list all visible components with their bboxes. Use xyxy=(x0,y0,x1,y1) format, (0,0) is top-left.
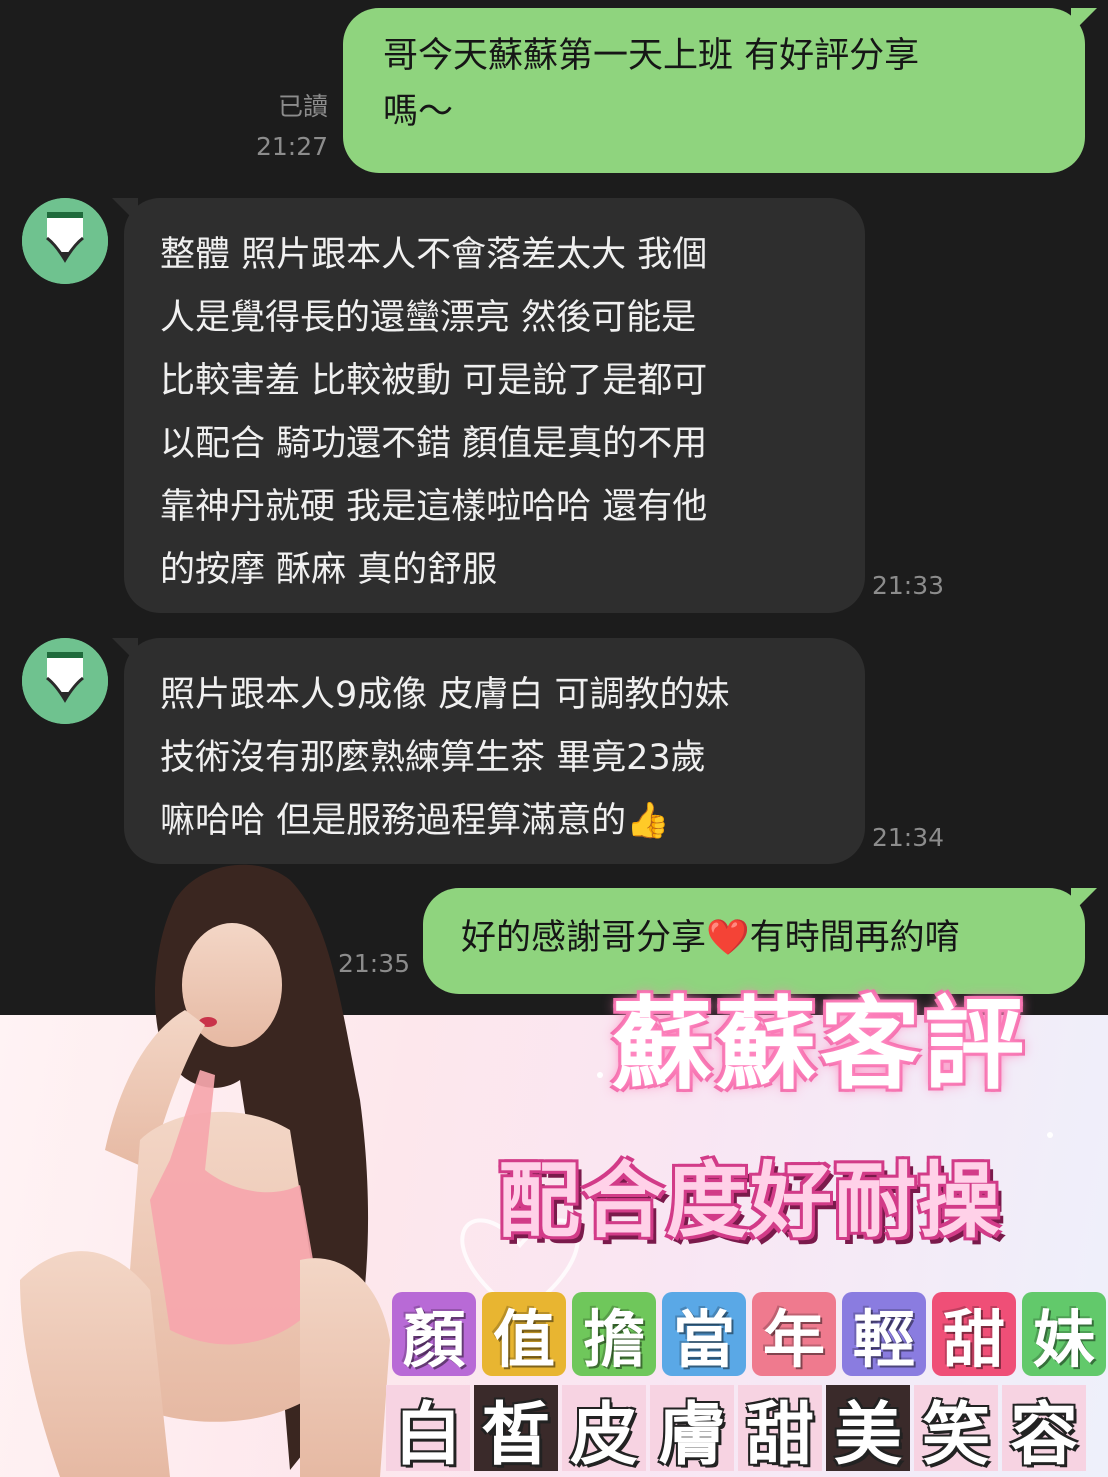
message-1-line-2: 嗎～ xyxy=(383,92,454,132)
message-2-line-4: 以配合 騎功還不錯 顏值是真的不用 xyxy=(160,424,708,464)
contact-avatar-2[interactable] xyxy=(22,638,108,724)
promo-line-2-char: 白 xyxy=(386,1385,470,1475)
promo-title: 蘇蘇客評 xyxy=(612,986,1028,1103)
promo-subtitle: 配合度好耐操 xyxy=(497,1154,1002,1249)
message-2-line-2: 人是覺得長的還蠻漂亮 然後可能是 xyxy=(160,298,697,338)
promo-line-1-char: 甜 xyxy=(932,1292,1016,1376)
message-4-bubble[interactable]: 好的感謝哥分享❤️有時間再約唷 xyxy=(423,888,1097,994)
message-3-line-1: 照片跟本人9成像 皮膚白 可調教的妹 xyxy=(160,675,730,715)
promo-line-2-char: 膚 xyxy=(650,1385,734,1475)
read-receipt: 已讀 xyxy=(277,92,328,121)
promo-line-2-char: 甜 xyxy=(738,1385,822,1475)
pencil-avatar-icon xyxy=(22,638,108,724)
promo-line-2-char: 美 xyxy=(826,1385,910,1475)
promo-line-2-char: 容 xyxy=(1002,1385,1086,1475)
promo-line-1-char: 輕 xyxy=(842,1292,926,1376)
message-2-line-5: 靠神丹就硬 我是這樣啦哈哈 還有他 xyxy=(160,487,708,527)
message-1-time: 21:27 xyxy=(255,132,328,161)
contact-avatar[interactable] xyxy=(22,198,108,284)
promo-line-1-char: 值 xyxy=(482,1292,566,1376)
message-3-time: 21:34 xyxy=(872,823,945,852)
promo-line-1-char: 擔 xyxy=(572,1292,656,1376)
pencil-avatar-icon xyxy=(22,198,108,284)
chat-window: 已讀 21:27 哥今天蘇蘇第一天上班 有好評分享 嗎～ 整體 照片跟本人不會落… xyxy=(0,0,1108,1020)
promo-line-1: 顏 值 擔 當 年 輕 甜 妹 xyxy=(392,1292,1106,1376)
message-2-line-6: 的按摩 酥麻 真的舒服 xyxy=(160,550,498,590)
promo-line-1-char: 顏 xyxy=(392,1292,476,1376)
promo-line-1-char: 年 xyxy=(752,1292,836,1376)
message-1-line-1: 哥今天蘇蘇第一天上班 有好評分享 xyxy=(383,36,920,76)
promo-line-2: 白 皙 皮 膚 甜 美 笑 容 xyxy=(386,1385,1086,1475)
message-1-bubble[interactable]: 哥今天蘇蘇第一天上班 有好評分享 嗎～ xyxy=(343,8,1097,173)
message-2-line-1: 整體 照片跟本人不會落差太大 我個 xyxy=(160,235,708,275)
message-4-line-1: 好的感謝哥分享❤️有時間再約唷 xyxy=(461,918,960,958)
message-2-line-3: 比較害羞 比較被動 可是說了是都可 xyxy=(160,361,708,401)
message-3-bubble[interactable]: 照片跟本人9成像 皮膚白 可調教的妹 技術沒有那麼熟練算生茶 畢竟23歲 嘛哈哈… xyxy=(112,638,865,864)
promo-line-1-char: 當 xyxy=(662,1292,746,1376)
promo-line-2-char: 笑 xyxy=(914,1385,998,1475)
message-2-time: 21:33 xyxy=(872,571,945,600)
promo-line-2-char: 皙 xyxy=(474,1385,558,1475)
message-3-line-3: 嘛哈哈 但是服務過程算滿意的👍 xyxy=(160,801,670,841)
message-4-time: 21:35 xyxy=(337,949,410,978)
promo-line-1-char: 妹 xyxy=(1022,1292,1106,1376)
promo-line-2-char: 皮 xyxy=(562,1385,646,1475)
message-3-line-2: 技術沒有那麼熟練算生茶 畢竟23歲 xyxy=(160,738,706,778)
message-1-meta: 已讀 21:27 xyxy=(230,91,328,163)
message-2-bubble[interactable]: 整體 照片跟本人不會落差太大 我個 人是覺得長的還蠻漂亮 然後可能是 比較害羞 … xyxy=(112,198,865,613)
